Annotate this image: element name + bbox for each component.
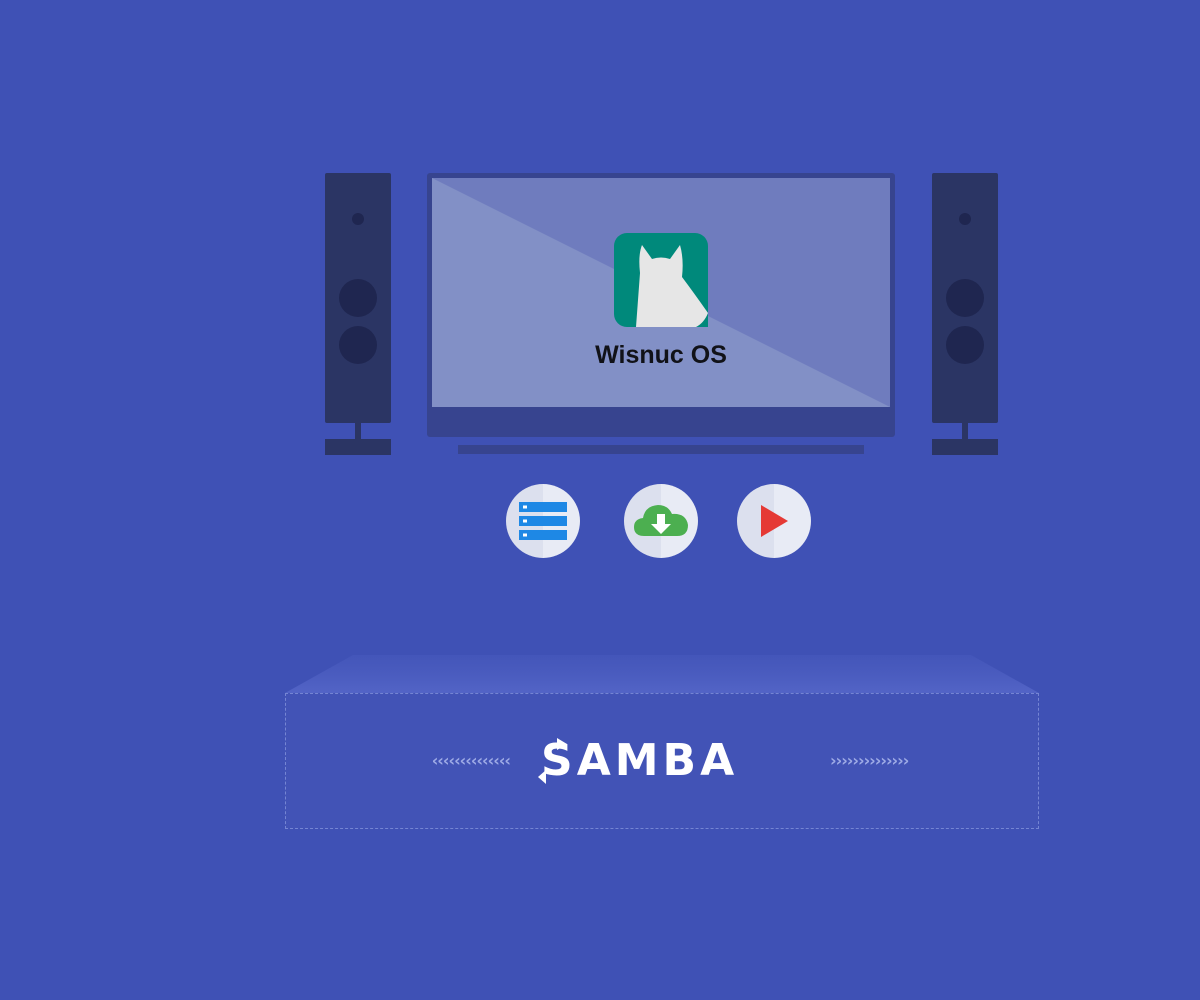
app-title: Wisnuc OS — [595, 341, 727, 369]
right-speaker — [932, 173, 998, 455]
play-icon — [761, 505, 788, 537]
right-chevrons: ›››››››››››››› — [830, 751, 909, 770]
left-chevrons: ‹‹‹‹‹‹‹‹‹‹‹‹‹‹ — [431, 751, 511, 770]
cloud-download-button[interactable] — [624, 484, 698, 558]
speaker-woofer — [339, 326, 377, 364]
speaker-woofer — [946, 326, 984, 364]
speaker-stand — [932, 439, 998, 455]
speaker-stand — [325, 439, 391, 455]
platform-top — [285, 655, 1039, 693]
samba-arrow-icon — [538, 738, 567, 784]
tv-stand-bar — [458, 445, 864, 454]
speaker-tweeter — [959, 213, 971, 225]
cloud-download-icon — [634, 505, 688, 536]
play-button[interactable] — [737, 484, 811, 558]
left-speaker — [325, 173, 391, 455]
speaker-tweeter — [352, 213, 364, 225]
speaker-woofer — [339, 279, 377, 317]
speaker-woofer — [946, 279, 984, 317]
wisnuc-cat-icon[interactable] — [614, 233, 708, 327]
storage-list-icon — [519, 502, 567, 540]
samba-logo: SAMBA — [537, 735, 797, 786]
storage-button[interactable] — [506, 484, 580, 558]
